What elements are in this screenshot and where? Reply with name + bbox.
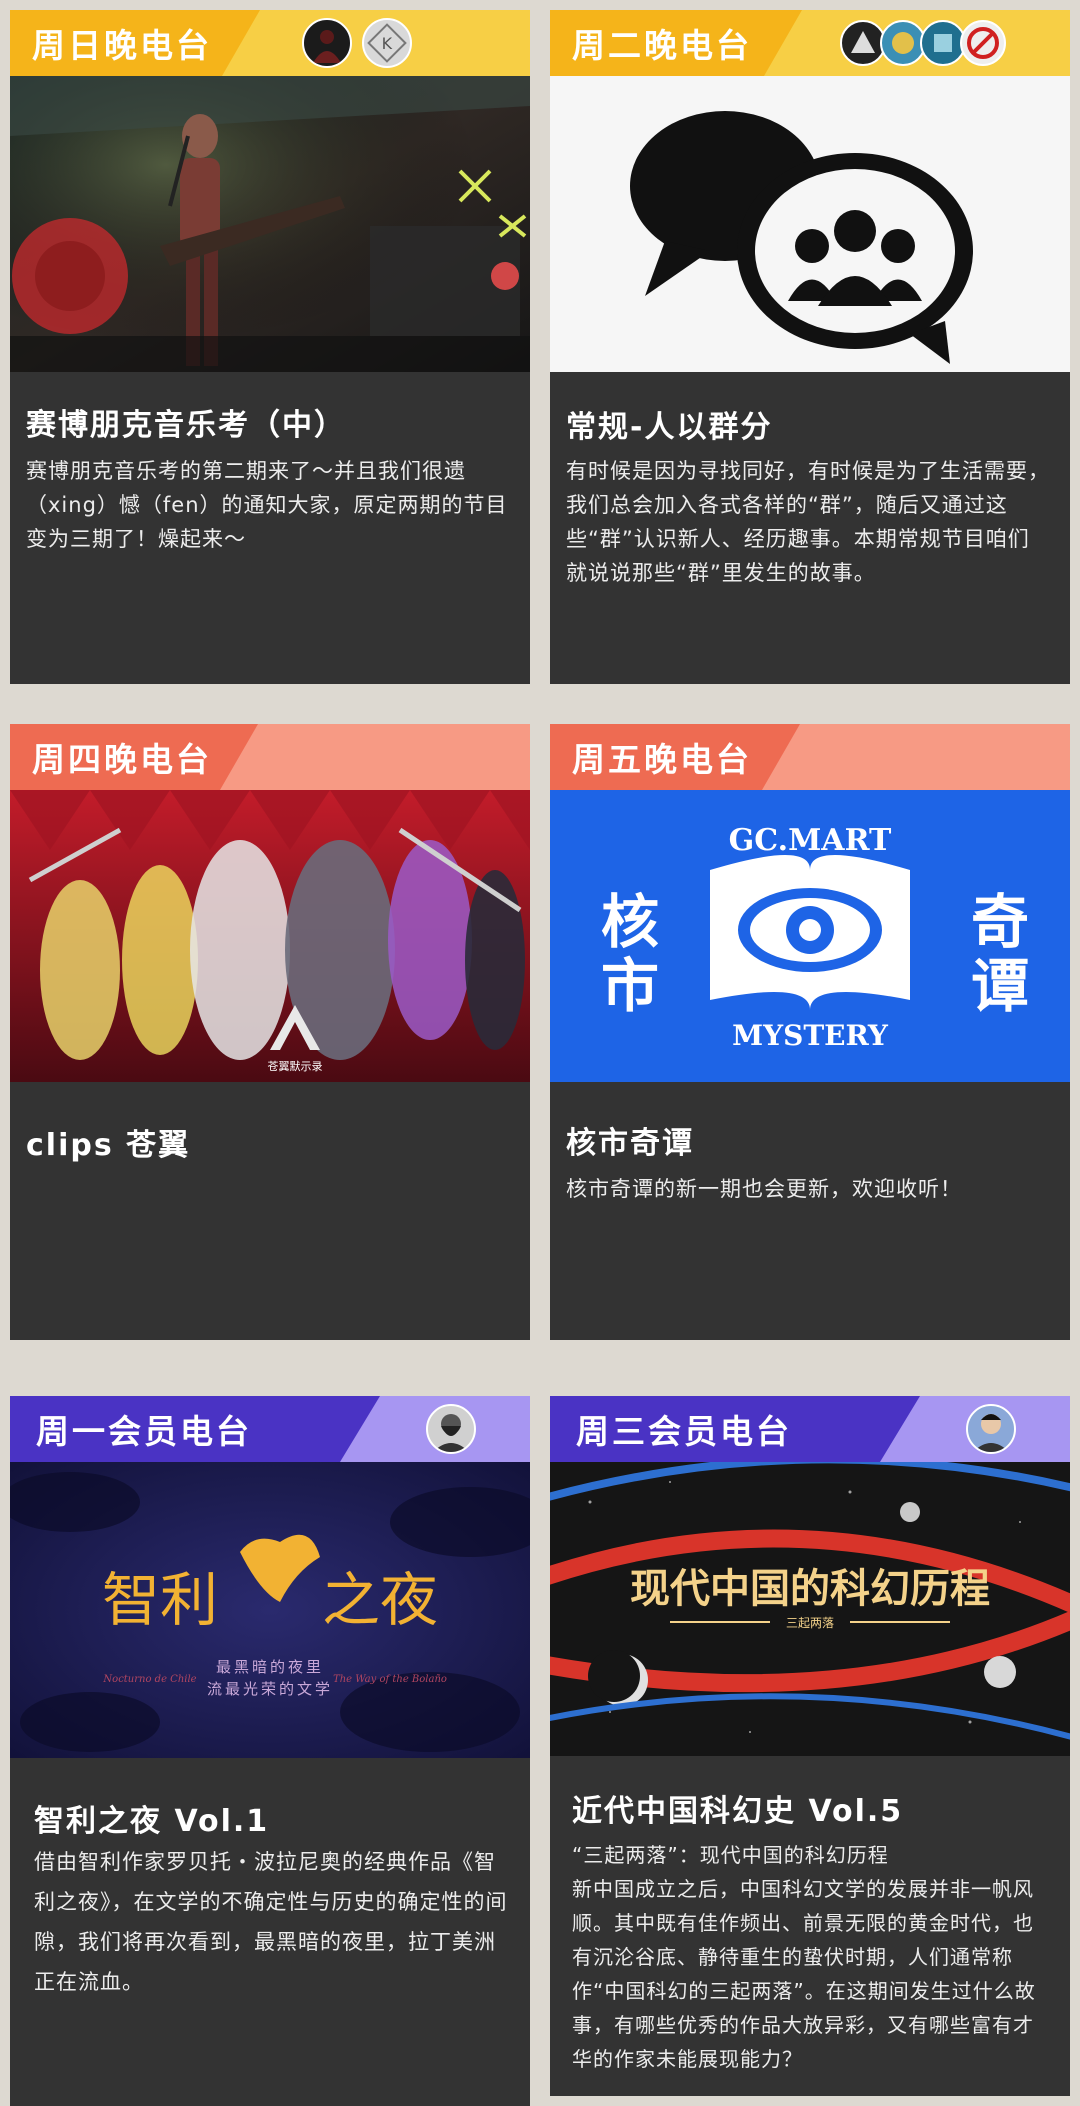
card-header: 周日晚电台 K [10, 10, 530, 76]
header-title: 周五晚电台 [572, 740, 752, 779]
logo-right-text: 奇谭 [961, 891, 1029, 1019]
card-tuesday-radio[interactable]: 周二晚电台 常规-人以群分 有时候是因为寻找同好，有时候是为了生活需要，我们总会… [550, 10, 1070, 684]
card-friday-radio[interactable]: 周五晚电台 GC.MART MYSTERY 核市 奇谭 核市奇谭 核市奇谭的新一… [550, 724, 1070, 1340]
poster-left-text: Nocturno de Chile [102, 1674, 196, 1685]
logo-left-text: 核市 [591, 891, 659, 1019]
card-title: 近代中国科幻史 Vol.5 [572, 1794, 904, 1829]
card-header: 周二晚电台 [550, 10, 1070, 76]
card-description: 赛博朋克音乐考的第二期来了～并且我们很遗（xing）憾（fen）的通知大家，原定… [26, 459, 508, 551]
card-title: 常规-人以群分 [566, 410, 773, 445]
bearded-man-avatar[interactable] [426, 1404, 476, 1454]
logo-top-text: GC.MART [729, 823, 892, 858]
card-header: 周五晚电台 [550, 724, 1070, 790]
group-chat-bubble-icon[interactable] [550, 76, 1070, 372]
chile-night-poster[interactable]: 智利 之夜 最黑暗的夜里 流最光荣的文学 Nocturno de Chile T… [10, 1462, 530, 1758]
header-title: 周一会员电台 [36, 1412, 252, 1451]
header-title: 周日晚电台 [32, 26, 212, 65]
poster-sub2: 流最光荣的文学 [207, 1680, 333, 1698]
header-title: 周三会员电台 [576, 1412, 792, 1451]
card-monday-member-radio[interactable]: 周一会员电台 智利 之夜 最黑暗的夜里 流最光荣的文学 Nocturno de … [10, 1396, 530, 2106]
card-title: clips 苍翼 [26, 1128, 191, 1163]
header-title: 周四晚电台 [32, 740, 212, 779]
poster-sub1: 最黑暗的夜里 [216, 1658, 324, 1676]
smiling-man-avatar[interactable] [966, 1404, 1016, 1454]
poster-title-b: 之夜 [322, 1566, 438, 1634]
card-header: 周一会员电台 [10, 1396, 530, 1462]
card-title: 核市奇谭 [566, 1126, 694, 1161]
k-diamond: K [367, 23, 407, 63]
logo-bottom-text: MYSTERY [732, 1019, 889, 1052]
card-description-lead: “三起两落”：现代中国的科幻历程 [572, 1843, 889, 1867]
card-sunday-radio[interactable]: 周日晚电台 K 赛博朋克音乐考（中） 赛博朋克音乐考的第二期来了～并且我们很遗（… [10, 10, 530, 684]
game-logo-text: 苍翼默示录 [268, 1060, 323, 1073]
chinese-scifi-poster[interactable]: 现代中国的科幻历程 三起两落 [550, 1462, 1070, 1756]
cyberpunk-guitarist-image[interactable] [10, 76, 530, 372]
poster-right-text: The Way of the Bolaño [333, 1674, 447, 1685]
card-header: 周三会员电台 [550, 1396, 1070, 1462]
card-thursday-radio[interactable]: 周四晚电台 苍翼默示录 clips 苍翼 [10, 724, 530, 1340]
gc-mart-mystery-logo[interactable]: GC.MART MYSTERY 核市 奇谭 [550, 790, 1070, 1082]
card-title: 智利之夜 Vol.1 [34, 1804, 270, 1839]
card-wednesday-member-radio[interactable]: 周三会员电台 现代中国的科幻历程 三起两落 近代中国科幻史 Vol.5 “三起两… [550, 1396, 1070, 2096]
dark-figure-avatar[interactable] [302, 18, 352, 68]
anime-fighters-image[interactable]: 苍翼默示录 [10, 790, 530, 1082]
card-description: 借由智利作家罗贝托・波拉尼奥的经典作品《智利之夜》，在文学的不确定性与历史的确定… [34, 1850, 508, 1994]
header-title: 周二晚电台 [572, 26, 752, 65]
card-description: 新中国成立之后，中国科幻文学的发展并非一帆风顺。其中既有佳作频出、前景无限的黄金… [572, 1877, 1036, 2071]
k-letter: K [381, 33, 393, 53]
card-header: 周四晚电台 [10, 724, 530, 790]
poster-title: 现代中国的科幻历程 [630, 1566, 990, 1612]
avatar-4[interactable] [960, 20, 1006, 66]
card-description: 核市奇谭的新一期也会更新，欢迎收听！ [566, 1177, 962, 1201]
card-description: 有时候是因为寻找同好，有时候是为了生活需要，我们总会加入各式各样的“群”，随后又… [566, 459, 1050, 585]
poster-subtitle: 三起两落 [786, 1616, 834, 1630]
k-letter-avatar[interactable]: K [362, 18, 412, 68]
card-title: 赛博朋克音乐考（中） [26, 408, 346, 443]
poster-title-a: 智利 [102, 1566, 218, 1634]
